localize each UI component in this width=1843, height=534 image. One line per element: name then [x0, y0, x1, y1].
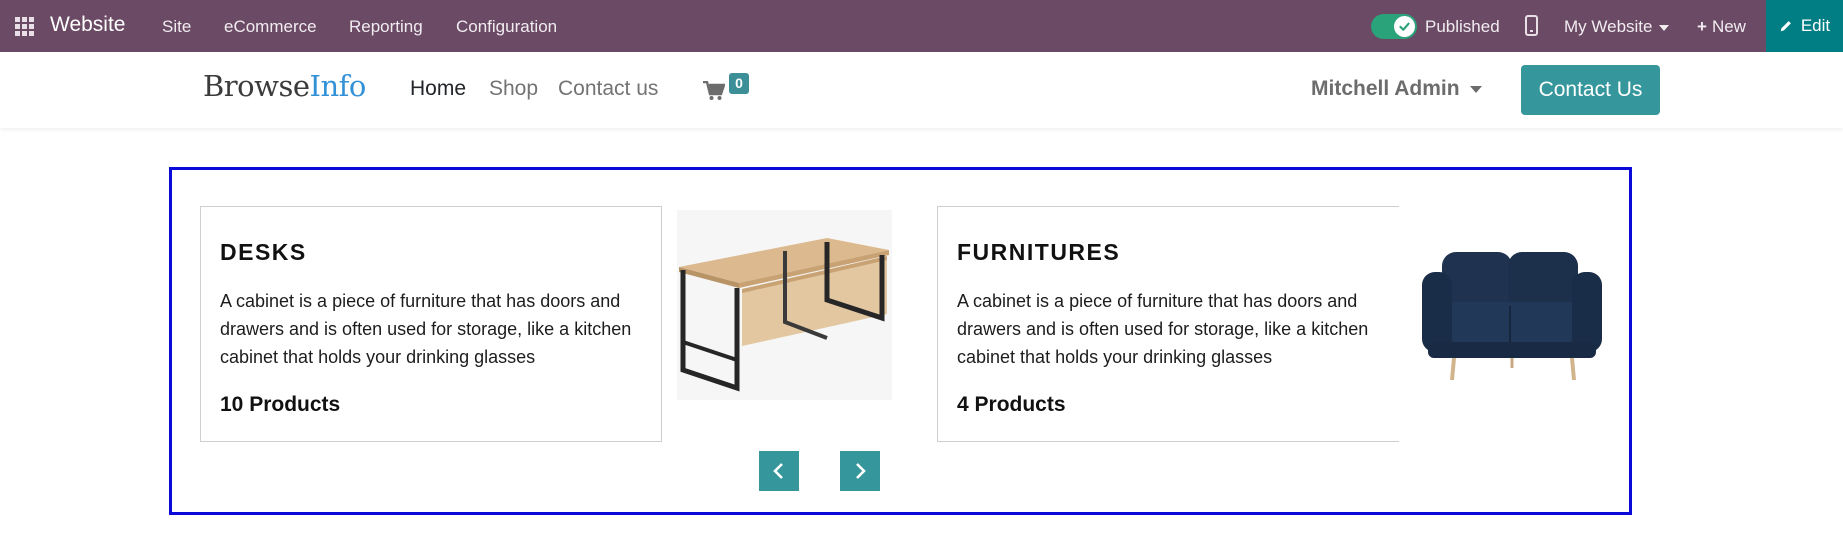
site-logo[interactable]: BrowseInfo: [203, 69, 366, 103]
app-name[interactable]: Website: [50, 13, 125, 37]
published-toggle[interactable]: [1371, 14, 1417, 39]
chevron-right-icon: [856, 463, 866, 479]
admin-topbar: Website Site eCommerce Reporting Configu…: [0, 0, 1843, 52]
published-label[interactable]: Published: [1425, 17, 1500, 37]
sofa-image[interactable]: [1412, 210, 1612, 405]
website-switcher[interactable]: My Website: [1564, 17, 1669, 37]
carousel-next-button[interactable]: [840, 451, 880, 491]
product-count: 4 Products: [957, 393, 1066, 416]
category-title: DESKS: [220, 239, 307, 265]
category-title: FURNITURES: [957, 239, 1121, 265]
cart-count-badge: 0: [729, 73, 749, 94]
mobile-preview-icon[interactable]: [1525, 15, 1538, 36]
contact-us-button[interactable]: Contact Us: [1521, 65, 1660, 115]
menu-configuration[interactable]: Configuration: [456, 17, 557, 37]
menu-site[interactable]: Site: [162, 17, 191, 37]
desk-image[interactable]: [677, 210, 892, 405]
new-button-label: New: [1711, 17, 1746, 36]
caret-down-icon: [1469, 85, 1482, 93]
shopping-cart-icon[interactable]: [703, 81, 725, 101]
website-switcher-label: My Website: [1564, 17, 1653, 36]
category-card-furnitures[interactable]: FURNITURES A cabinet is a piece of furni…: [937, 206, 1399, 442]
nav-contact-us[interactable]: Contact us: [558, 77, 658, 101]
site-header: BrowseInfo Home Shop Contact us 0 Mitche…: [0, 52, 1843, 128]
logo-text-browse: Browse: [203, 69, 310, 103]
caret-down-icon: [1658, 24, 1669, 31]
pencil-icon: [1780, 21, 1791, 32]
category-description: A cabinet is a piece of furniture that h…: [957, 291, 1369, 367]
edit-button[interactable]: Edit: [1766, 0, 1843, 52]
nav-home[interactable]: Home: [410, 77, 466, 101]
user-name: Mitchell Admin: [1311, 77, 1460, 100]
logo-text-info: Info: [309, 69, 367, 103]
plus-icon: +: [1697, 17, 1707, 36]
product-count: 10 Products: [220, 393, 341, 416]
menu-ecommerce[interactable]: eCommerce: [224, 17, 317, 37]
user-menu[interactable]: Mitchell Admin: [1311, 77, 1482, 101]
category-carousel: DESKS A cabinet is a piece of furniture …: [169, 167, 1632, 515]
apps-grid-icon[interactable]: [15, 17, 34, 36]
check-icon: [1394, 16, 1415, 37]
carousel-prev-button[interactable]: [759, 451, 799, 491]
chevron-left-icon: [773, 463, 783, 479]
edit-button-label: Edit: [1800, 16, 1831, 35]
category-description: A cabinet is a piece of furniture that h…: [220, 291, 632, 367]
nav-shop[interactable]: Shop: [489, 77, 538, 101]
new-button[interactable]: + New: [1697, 17, 1746, 37]
category-card-desks[interactable]: DESKS A cabinet is a piece of furniture …: [200, 206, 662, 442]
menu-reporting[interactable]: Reporting: [349, 17, 423, 37]
